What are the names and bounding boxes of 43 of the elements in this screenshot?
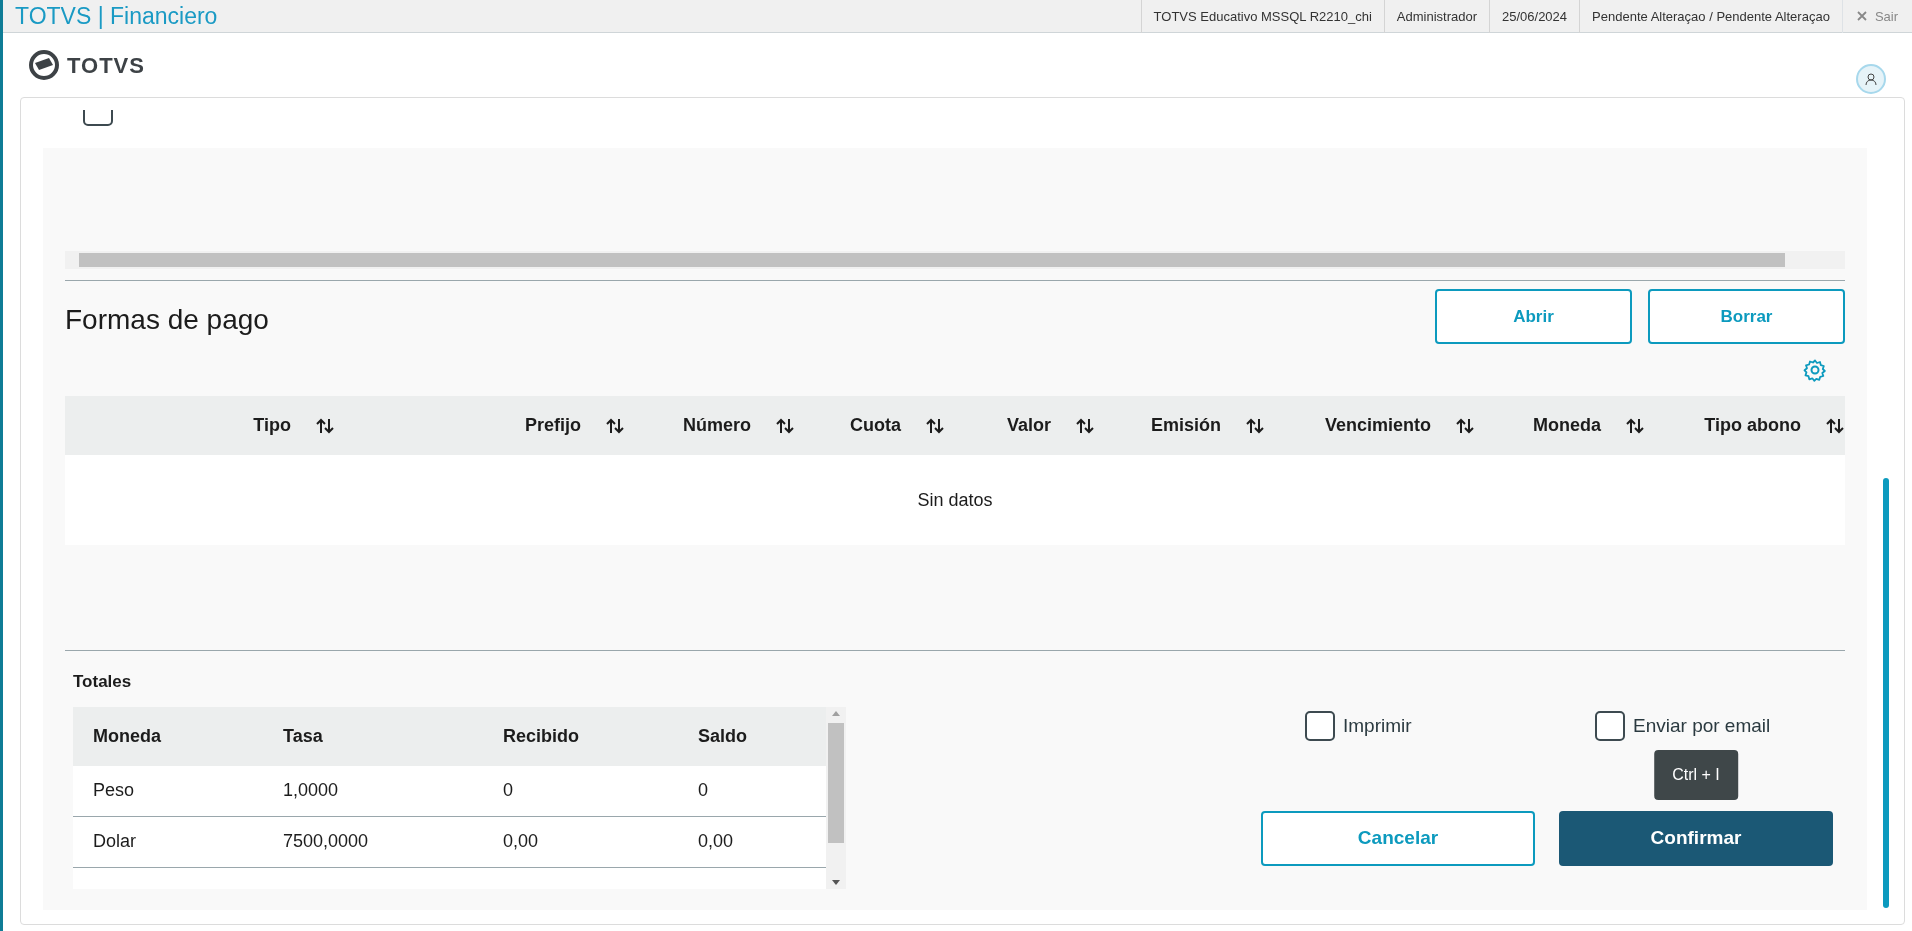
empty-message: Sin datos [917, 488, 993, 512]
column-header[interactable]: Tipo abono [1704, 412, 1801, 439]
column-header[interactable]: Prefijo [525, 412, 581, 439]
column-header: Tasa [282, 724, 324, 748]
user-avatar[interactable] [1856, 64, 1886, 94]
page-scrollbar[interactable] [1883, 478, 1889, 908]
table-cell-text: Peso [92, 779, 136, 802]
column-header[interactable]: Cuota [850, 412, 901, 439]
column-header: Recibido [502, 724, 580, 748]
header-info: 25/06/2024 [1489, 0, 1580, 33]
header-info: TOTVS Educativo MSSQL R2210_chi [1140, 0, 1384, 33]
checkbox[interactable] [1305, 711, 1335, 741]
table-cell-text: 0 [502, 779, 514, 802]
table-cell-text: 7500,0000 [282, 830, 370, 853]
vertical-scrollbar[interactable] [826, 706, 846, 889]
logo-text: TOTVS [67, 51, 145, 80]
column-header: Moneda [92, 724, 162, 748]
header-info: Pendente Alteraçao / Pendente Alteraçao [1579, 0, 1842, 33]
table-cell-text: Dolar [92, 830, 137, 853]
column-header[interactable]: Moneda [1533, 412, 1601, 439]
table-cell-text: 0 [697, 779, 709, 802]
header-info: Administrador [1383, 0, 1489, 33]
column-header: Saldo [697, 724, 748, 748]
checkbox-label: Imprimir [1343, 713, 1412, 738]
checkbox[interactable] [1595, 711, 1625, 741]
table-cell-text: 1,0000 [282, 779, 340, 802]
totals-title: Totales [72, 671, 133, 693]
settings-icon[interactable] [1803, 358, 1827, 382]
close-icon [1856, 11, 1867, 21]
confirm-button[interactable]: Confirmar [1559, 811, 1833, 866]
section-title: Formas de pago [65, 303, 269, 337]
column-header[interactable]: Valor [1006, 412, 1051, 439]
table-cell-text: 0,00 [697, 830, 735, 853]
column-header[interactable]: Tipo [253, 412, 291, 439]
horizontal-scrollbar[interactable] [65, 251, 1845, 269]
column-header[interactable]: Número [683, 412, 751, 439]
app-title: TOTVS | Financiero [14, 1, 219, 31]
tooltip: Ctrl + I [1654, 750, 1738, 800]
checkbox-label: Enviar por email [1633, 713, 1771, 738]
column-header[interactable]: Emisión [1151, 412, 1221, 439]
table-cell-text: 0,00 [502, 830, 540, 853]
logo-icon [29, 50, 59, 80]
column-header[interactable]: Vencimiento [1324, 412, 1431, 439]
